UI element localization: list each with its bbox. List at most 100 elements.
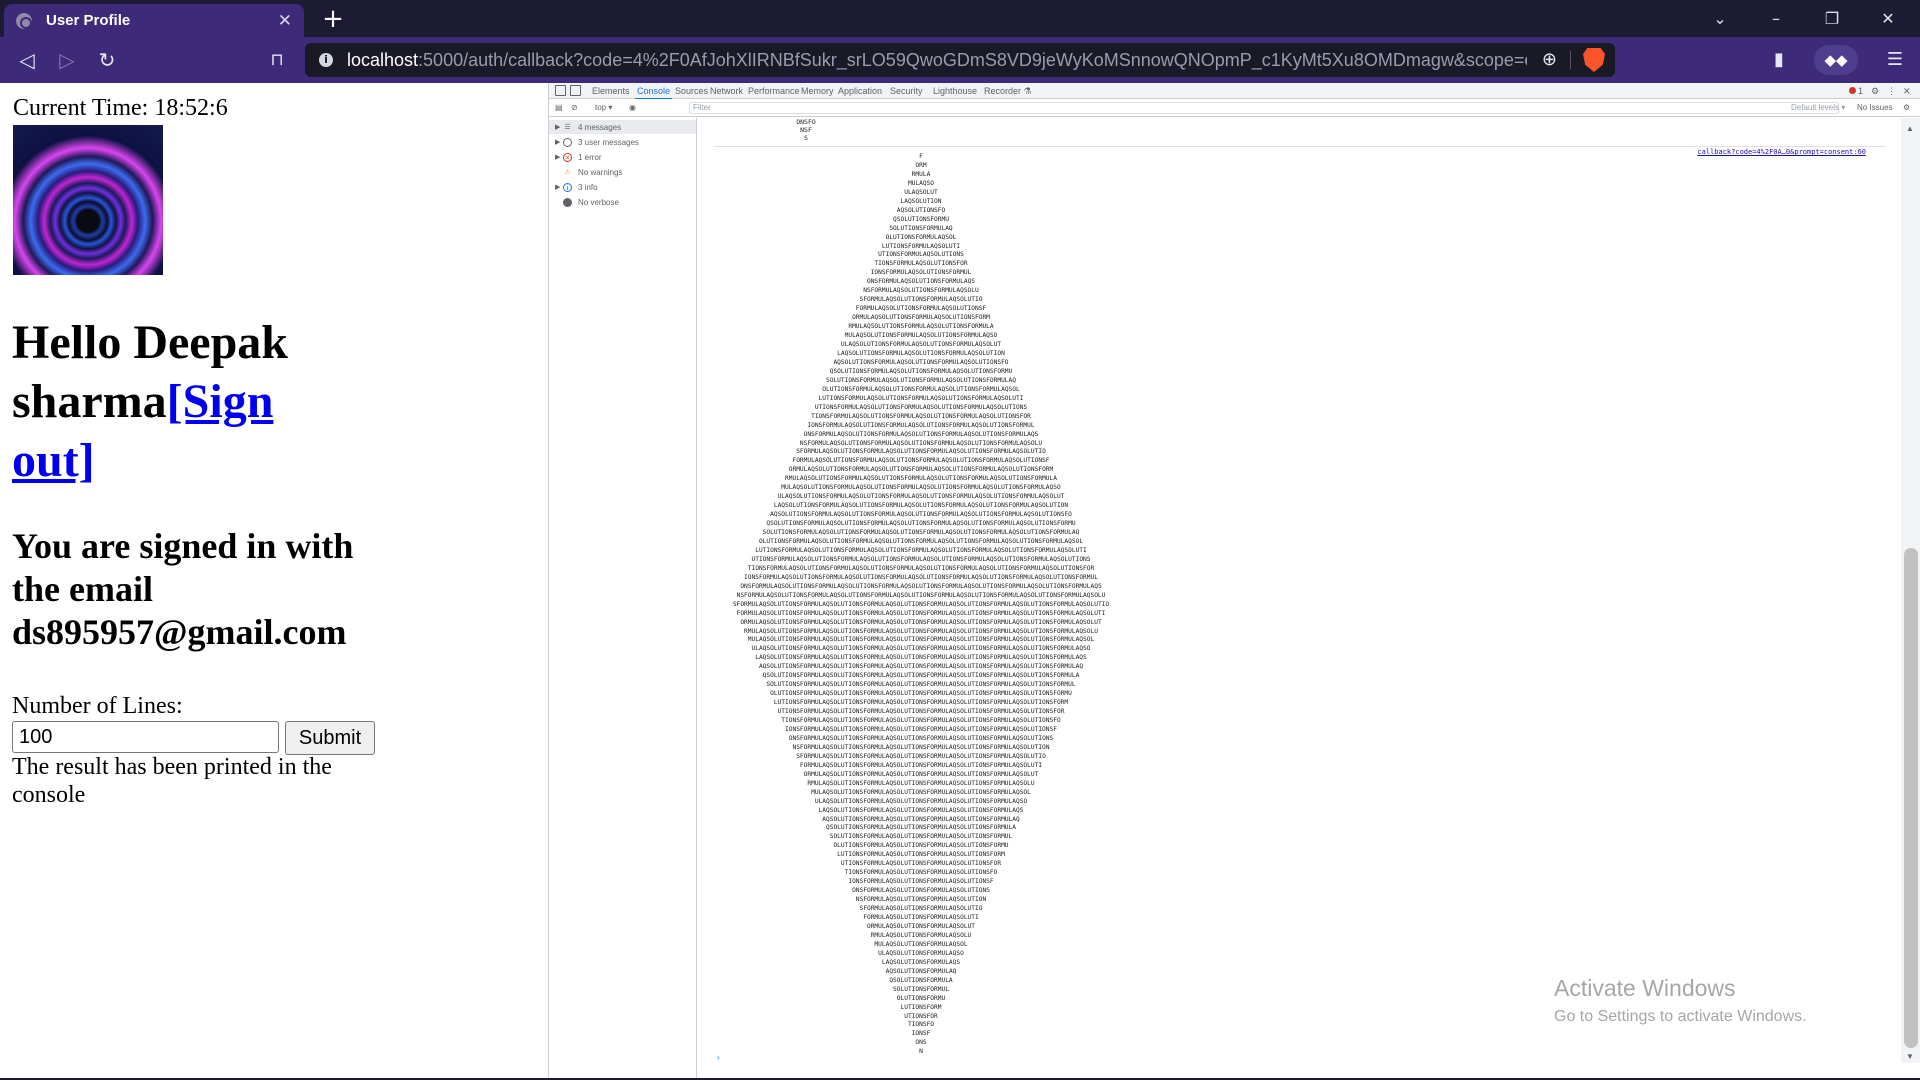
tab-security[interactable]: Security	[890, 86, 923, 96]
scroll-down-arrow-icon[interactable]: ▼	[1906, 1052, 1914, 1061]
bug-icon	[563, 197, 572, 207]
scroll-up-arrow-icon[interactable]: ▲	[1906, 124, 1914, 133]
url-separator	[1570, 51, 1571, 69]
eye-icon[interactable]: ◉	[629, 103, 636, 112]
scrollbar-thumb[interactable]	[1904, 548, 1918, 1048]
sidebar-item-label: 1 error	[578, 152, 602, 162]
sidebar-item-label: 3 info	[578, 182, 598, 192]
minimize-button[interactable]: –	[1748, 0, 1804, 37]
lines-label: Number of Lines:	[12, 693, 183, 719]
globe-icon	[16, 12, 32, 29]
console-line: N	[919, 1048, 923, 1056]
close-devtools-icon[interactable]: ✕	[1903, 86, 1911, 97]
console-line: SFORMULAQSOLUTIONSFORMULAQSOLUTIO	[859, 296, 983, 304]
inspect-icon[interactable]	[555, 85, 566, 96]
console-line: NSFORMULAQSOLUTIONSFORMULAQSOLUTIONSFORM…	[792, 743, 1050, 751]
log-levels-dropdown[interactable]: Default levels ▾	[1791, 103, 1845, 112]
console-line: ONSFORMULAQSOLUTIONSFORMULAQSOLUTIONSFOR…	[788, 734, 1054, 742]
console-line: RMULA	[911, 170, 931, 178]
console-line: IONSFORMULAQSOLUTIONSFORMULAQSOLUTIONSFO…	[744, 573, 1098, 581]
page-content: Current Time: 18:52:6 Hello Deepak sharm…	[0, 83, 548, 1078]
console-line: RMULAQSOLUTIONSFORMULAQSOLUTIONSFORMULAQ…	[807, 779, 1035, 787]
console-filter-input[interactable]: Filter	[689, 102, 1839, 114]
device-toggle-icon[interactable]	[570, 85, 581, 96]
restore-button[interactable]: ❐	[1804, 0, 1860, 37]
console-prompt[interactable]: ›	[717, 1053, 720, 1062]
sidebar-item-info[interactable]: ▶ i 3 info	[555, 180, 598, 194]
sidebar-item-errors[interactable]: ▶ × 1 error	[555, 150, 602, 164]
tab-memory[interactable]: Memory	[801, 86, 834, 96]
sidebar-item-verbose[interactable]: No verbose	[555, 195, 619, 209]
sidebar-toggle-icon[interactable]: ▤	[555, 103, 563, 112]
console-line: ORMULAQSOLUTIONSFORMULAQSOLUTIONSFORMULA…	[803, 770, 1039, 778]
back-button[interactable]: ◁	[12, 45, 42, 75]
tab-console[interactable]: Console	[634, 86, 673, 100]
console-line: ULAQSOLUTIONSFORMULAQSOLUTIONSFORMULAQSO…	[840, 341, 1002, 349]
watermark-subtitle: Go to Settings to activate Windows.	[1554, 1008, 1807, 1025]
console-line: AQSOLUTIONSFORMULAQSOLUTIONSFORMULAQSOLU…	[770, 511, 1072, 519]
brave-shield-icon[interactable]	[1583, 48, 1605, 72]
console-line: ORMULAQSOLUTIONSFORMULAQSOLUTIONSFORMULA…	[788, 466, 1054, 474]
new-tab-button[interactable]: +	[318, 4, 348, 34]
menu-icon[interactable]: ☰	[1880, 45, 1910, 75]
sidebar-item-warnings[interactable]: ⚠ No warnings	[555, 165, 622, 179]
close-window-button[interactable]: ✕	[1860, 0, 1916, 37]
bookmark-icon[interactable]: ⊓	[262, 45, 292, 75]
more-options-icon[interactable]: ⋮	[1887, 86, 1896, 97]
context-selector[interactable]: top ▾	[595, 103, 612, 112]
reload-button[interactable]: ↻	[92, 45, 122, 75]
watermark-title: Activate Windows	[1554, 975, 1736, 1001]
warning-icon: ⚠	[564, 168, 571, 176]
previous-output: ONSFO NSF S	[796, 118, 816, 142]
submit-button[interactable]: Submit	[285, 721, 375, 755]
gear-icon[interactable]: ⚙	[1871, 86, 1879, 97]
wallet-icon[interactable]: ◆◆	[1814, 45, 1858, 75]
console-line: OLUTIONSFORMULAQSOLUTIONSFORMULAQSOLUTIO…	[770, 690, 1072, 698]
console-diamond-output: F ORM RMULA MULAQSO ULAQSOLUT LAQSOLUTION AQSO…	[711, 153, 1131, 1057]
chevron-down-icon[interactable]: ⌄	[1692, 0, 1748, 37]
console-line: OLUTIONSFORMU	[896, 994, 946, 1002]
console-line: IONSFORMULAQSOLUTIONSFORMULAQSOLUTIONSFO…	[807, 421, 1035, 429]
result-message: The result has been printed in the conso…	[12, 754, 332, 808]
console-line: LUTIONSFORMULAQSOLUTIONSFORMULAQSOLUTION…	[755, 546, 1087, 554]
tab-sources[interactable]: Sources	[675, 86, 708, 96]
tab-application[interactable]: Application	[838, 86, 882, 96]
console-settings-icon[interactable]: ⚙	[1903, 103, 1910, 112]
lines-input[interactable]: 100	[12, 721, 279, 753]
console-line: LUTIONSFORMULAQSOLUTI	[881, 242, 961, 250]
close-icon[interactable]: ✕	[278, 11, 292, 31]
sidebar-item-messages[interactable]: ▶ ☰ 4 messages	[549, 120, 696, 134]
signed-in-heading: You are signed in with the email ds89595…	[12, 526, 354, 652]
console-line: LAQSOLUTIONSFORMULAQSOLUTIONSFORMULAQSOL…	[818, 806, 1024, 814]
error-counter[interactable]: 1	[1849, 86, 1863, 96]
console-line: LUTIONSFORMULAQSOLUTIONSFORMULAQSOLUTION…	[818, 394, 1024, 402]
zoom-icon[interactable]: ⊕	[1542, 49, 1557, 70]
url-text[interactable]: localhost:5000/auth/callback?code=4%2F0A…	[347, 50, 1527, 71]
current-time: Current Time: 18:52:6	[13, 95, 228, 121]
clear-console-icon[interactable]: ⊘	[571, 103, 578, 112]
console-line: TIONSFORMULAQSOLUTIONSFORMULAQSOLUTIONSF…	[811, 412, 1031, 420]
console-scrollbar[interactable]: ▲ ▼	[1901, 118, 1920, 1063]
console-line: NSFORMULAQSOLUTIONSFORMULAQSOLUTIONSFORM…	[736, 591, 1106, 599]
address-bar[interactable]: i localhost:5000/auth/callback?code=4%2F…	[305, 43, 1615, 77]
console-line: LAQSOLUTION	[900, 197, 942, 205]
browser-tab[interactable]: User Profile ✕	[4, 4, 304, 37]
sidebar-item-user-messages[interactable]: ▶ 3 user messages	[555, 135, 639, 149]
devtools-panel: Elements Console Sources Network Perform…	[548, 83, 1920, 1078]
console-line: UTIONSFORMULAQSOLUTIONS	[878, 251, 964, 259]
console-line: OLUTIONSFORMULAQSOLUTIONSFORMULAQSOLUTIO…	[833, 842, 1009, 850]
console-line: IONSF	[911, 1030, 931, 1038]
source-link[interactable]: callback?code=4%2F0A…0&prompt=consent:60	[1697, 148, 1866, 156]
issues-button[interactable]: No Issues	[1857, 103, 1893, 112]
console-line: QSOLUTIONSFORMULAQSOLUTIONSFORMULAQSOLUT…	[762, 672, 1080, 680]
tab-performance[interactable]: Performance	[748, 86, 800, 96]
site-info-icon[interactable]: i	[319, 53, 333, 67]
sidebar-icon[interactable]: ▮	[1764, 45, 1794, 75]
console-line: TIONSFO	[907, 1021, 935, 1029]
tab-lighthouse[interactable]: Lighthouse	[933, 86, 977, 96]
console-line: FORMULAQSOLUTIONSFORMULAQSOLUTIONSFORMUL…	[792, 457, 1050, 465]
tab-recorder[interactable]: Recorder ⚗	[984, 86, 1032, 97]
tab-elements[interactable]: Elements	[592, 86, 630, 96]
tab-network[interactable]: Network	[710, 86, 743, 96]
forward-button[interactable]: ▷	[52, 45, 82, 75]
